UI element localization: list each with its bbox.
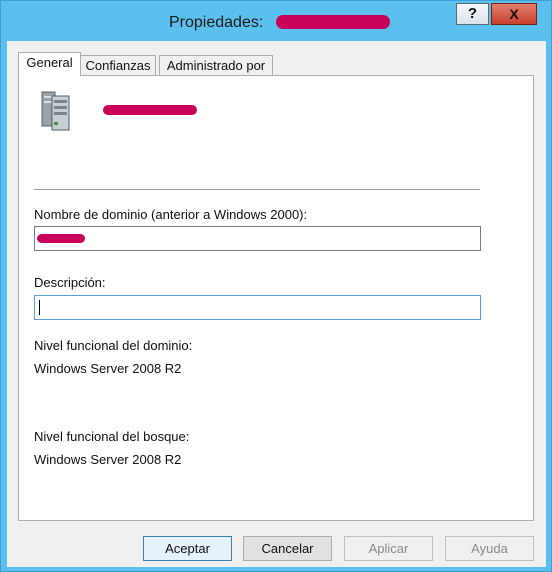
- close-icon: X: [509, 6, 519, 22]
- ok-button[interactable]: Aceptar: [143, 536, 232, 561]
- domain-name-redaction: [103, 105, 197, 115]
- forest-functional-level-value: Windows Server 2008 R2: [34, 452, 182, 467]
- server-icon: [41, 91, 70, 131]
- dialog-client-area: General Confianzas Administrado por Nomb…: [7, 41, 546, 567]
- domain-functional-level-value: Windows Server 2008 R2: [34, 361, 182, 376]
- title-bar[interactable]: Propiedades: ? X: [1, 1, 551, 41]
- tab-panel-general: Nombre de dominio (anterior a Windows 20…: [18, 75, 534, 521]
- tab-administrado-por[interactable]: Administrado por: [159, 55, 273, 75]
- title-redaction: [276, 15, 390, 29]
- help-button[interactable]: Ayuda: [445, 536, 534, 561]
- netbios-name-label: Nombre de dominio (anterior a Windows 20…: [34, 207, 308, 222]
- domain-functional-level-label: Nivel funcional del dominio:: [34, 338, 193, 353]
- help-title-button[interactable]: ?: [456, 3, 489, 25]
- window-title: Propiedades:: [169, 14, 264, 31]
- cancel-button[interactable]: Cancelar: [243, 536, 332, 561]
- properties-dialog: Propiedades: ? X General Confianzas Admi…: [0, 0, 552, 572]
- description-label: Descripción:: [34, 275, 106, 290]
- apply-button[interactable]: Aplicar: [344, 536, 433, 561]
- netbios-name-redaction: [37, 234, 85, 243]
- description-input[interactable]: [34, 295, 481, 320]
- close-button[interactable]: X: [491, 3, 537, 25]
- tab-general[interactable]: General: [18, 52, 81, 76]
- netbios-name-field[interactable]: [34, 226, 481, 251]
- tab-confianzas[interactable]: Confianzas: [80, 55, 156, 75]
- text-caret: [39, 300, 40, 315]
- forest-functional-level-label: Nivel funcional del bosque:: [34, 429, 190, 444]
- separator: [34, 189, 480, 190]
